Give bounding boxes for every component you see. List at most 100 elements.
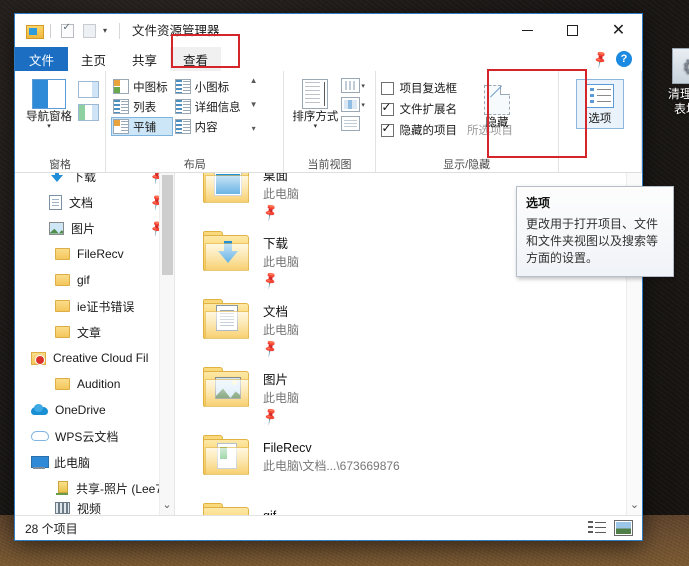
group-label-panes: 窗格 [49,158,72,171]
hide-selected-items-button[interactable]: 隐藏 [467,85,523,130]
folder-icon [55,248,70,260]
tab-share[interactable]: 共享 [119,47,170,71]
navigation-pane: 下载 📌 文档 📌 图片 📌 FileRecv gif ie证书错误 文章 Cr… [15,173,175,515]
sidebar-item-articles[interactable]: 文章 [15,319,174,345]
size-all-columns-button[interactable]: ▾ [341,97,365,112]
list-item[interactable]: gif 此电脑\桌面 [175,495,626,515]
column-width-button[interactable] [341,116,365,131]
tooltip-body: 更改用于打开项目、文件和文件夹视图以及搜索等方面的设置。 [526,217,659,265]
pin-icon: 📌 [260,269,281,291]
layout-medium-icons[interactable]: 中图标 [111,77,173,96]
pin-icon: 📌 [260,405,281,427]
sidebar-item-documents[interactable]: 文档 📌 [15,189,174,215]
minimize-button[interactable] [505,14,550,47]
add-columns-button[interactable]: ▾ [341,78,365,93]
chevron-down-icon[interactable]: ▾ [100,26,110,35]
navigation-pane-button[interactable]: 导航窗格 ▾ [20,77,78,130]
desktop-icon-label-line1: 清理系统 [667,87,689,101]
ribbon: 导航窗格 ▾ 窗格 中图标 列表 平铺 小图标 详细信息 内容 ▲ ▼ ▾ 布局… [15,71,642,173]
layout-small-icons[interactable]: 小图标 [173,77,246,96]
navigation-pane-icon [32,79,66,109]
layout-content[interactable]: 内容 [173,117,246,136]
tiles-icon [113,119,130,134]
maximize-button[interactable] [550,14,595,47]
shared-folder-icon [55,481,69,495]
list-icon [113,99,130,114]
item-subtitle: 此电脑 [263,391,300,405]
sidebar-item-ie-cert-error[interactable]: ie证书错误 [15,293,174,319]
pictures-icon [49,221,64,235]
sidebar-item-pictures[interactable]: 图片 📌 [15,215,174,241]
layout-content-label: 内容 [194,121,218,134]
sidebar-item-label: WPS云文档 [55,429,119,444]
sidebar-item-audition[interactable]: Audition [15,371,174,397]
item-checkboxes-label: 项目复选框 [399,83,458,95]
list-item[interactable]: 图片 此电脑 📌 [175,359,626,427]
group-label-layout: 布局 [183,158,206,171]
close-icon: ✕ [611,21,626,39]
ribbon-group-show-hide: 项目复选框 文件扩展名 隐藏的项目 所选项目 隐藏 [376,71,559,172]
group-label-current-view: 当前视图 [307,158,352,171]
sidebar-item-videos[interactable]: 视频 [15,501,174,515]
content-icon [174,119,191,134]
sidebar-item-label: 图片 [71,221,96,236]
close-button[interactable]: ✕ [595,14,642,47]
sidebar-scroll-down-button[interactable]: ⌄ [160,498,174,511]
layout-tiles[interactable]: 平铺 [111,117,173,136]
sidebar-item-gif[interactable]: gif [15,267,174,293]
sidebar-item-onedrive[interactable]: OneDrive [15,397,174,423]
layout-details[interactable]: 详细信息 [173,97,246,116]
layout-scroll-up-button[interactable]: ▲ [250,77,258,85]
list-item[interactable]: 文档 此电脑 📌 [175,291,626,359]
sidebar-item-label: Audition [77,377,121,391]
layout-more-button[interactable]: ▾ [252,125,256,133]
large-icons-view-button[interactable] [614,520,633,536]
options-tooltip: 选项 更改用于打开项目、文件和文件夹视图以及搜索等方面的设置。 [516,186,674,277]
tab-view[interactable]: 查看 [170,47,222,71]
sidebar-item-this-pc[interactable]: 此电脑 [15,449,174,475]
item-name: 桌面 [263,173,289,183]
details-view-button[interactable] [588,520,607,536]
documents-folder-icon [203,299,251,341]
content-scroll-down-button[interactable]: ⌄ [627,498,642,511]
folder-icon [55,274,70,286]
layout-details-label: 详细信息 [194,101,241,114]
item-name: FileRecv [263,441,312,455]
desktop-icon-clean-system[interactable]: ⚙ 清理系统 表垃圾 [655,48,689,117]
sidebar-scrollbar-thumb[interactable] [162,175,173,275]
options-label: 选项 [588,113,612,125]
title-bar: ▾ 文件资源管理器 ✕ [15,14,642,47]
tab-file[interactable]: 文件 [15,47,69,71]
pin-icon[interactable]: 📌 [590,49,610,69]
tab-home[interactable]: 主页 [68,47,119,71]
details-pane-button[interactable] [78,104,99,121]
properties-icon[interactable] [56,20,78,42]
help-icon[interactable]: ? [616,51,632,67]
options-button[interactable]: 选项 [575,79,624,129]
item-subtitle: 此电脑\文档...\673669876 [263,459,400,473]
list-item[interactable]: FileRecv 此电脑\文档...\673669876 [175,427,626,495]
sidebar-item-wps-cloud[interactable]: WPS云文档 [15,423,174,449]
document-icon [49,194,62,210]
sidebar-item-shared-photos[interactable]: 共享-照片 (Lee77 [15,475,174,501]
layout-list[interactable]: 列表 [111,97,173,116]
folder-icon[interactable] [23,20,45,42]
sidebar-item-label: ie证书错误 [77,299,135,314]
downloads-folder-icon [203,231,251,273]
ribbon-group-options: 选项 [559,71,642,172]
sidebar-item-creative-cloud[interactable]: Creative Cloud Fil [15,345,174,371]
checkbox-icon-checked [380,121,394,137]
desktop-folder-icon [203,173,251,205]
sidebar-item-downloads[interactable]: 下载 📌 [15,173,174,189]
sidebar-item-filerecv[interactable]: FileRecv [15,241,174,267]
ribbon-group-panes: 导航窗格 ▾ 窗格 [15,71,107,172]
hide-button-label: 隐藏 [485,117,509,129]
onedrive-icon [31,404,48,416]
new-folder-icon[interactable] [78,20,100,42]
layout-scroll-down-button[interactable]: ▼ [250,101,258,109]
videos-icon [55,502,70,514]
tooltip-title: 选项 [526,196,551,210]
sidebar-scrollbar[interactable]: ⌄ [159,173,174,515]
preview-pane-button[interactable] [78,81,99,98]
layout-small-icons-label: 小图标 [194,81,230,94]
